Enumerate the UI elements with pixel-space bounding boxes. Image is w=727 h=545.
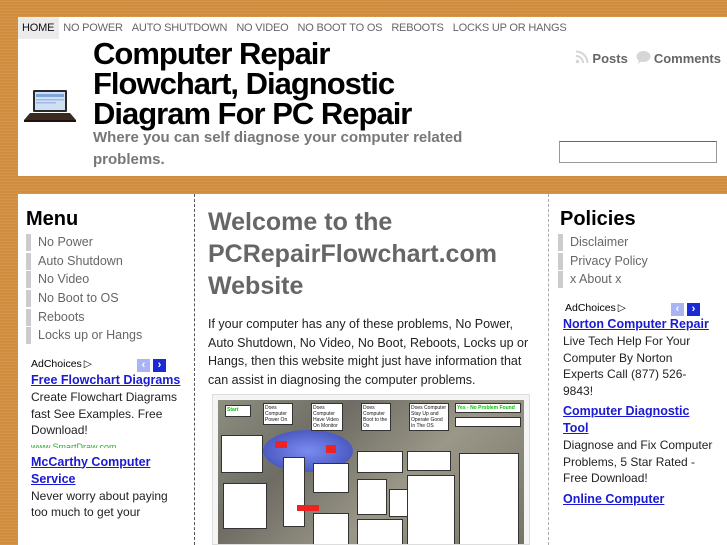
ad-next-icon[interactable]: ›	[687, 303, 700, 316]
left-sidebar: Menu No Power Auto Shutdown No Video No …	[18, 194, 195, 545]
search-input[interactable]	[559, 141, 717, 163]
adchoices-icon: ▷	[617, 302, 626, 314]
policy-about[interactable]: x About x	[558, 271, 648, 289]
ad-desc: Live Tech Help For Your Computer By Nort…	[563, 334, 691, 398]
ad-next-icon[interactable]: ›	[153, 359, 166, 372]
ad-link-mccarthy[interactable]: McCarthy Computer Service	[31, 454, 181, 488]
nav-reboots[interactable]: REBOOTS	[387, 17, 448, 39]
ad-nav: ‹ ›	[137, 359, 166, 372]
welcome-heading: Welcome to the PCRepairFlowchart.com Web…	[208, 208, 497, 300]
flowchart-image[interactable]: Start Does Computer Power On Does Comput…	[212, 394, 530, 545]
menu-item-no-video[interactable]: No Video	[26, 271, 142, 289]
comment-bubble-icon	[636, 50, 651, 67]
ad-link-norton[interactable]: Norton Computer Repair	[563, 316, 715, 333]
flow-box	[357, 519, 403, 544]
flow-q3: Does Computer Boot to the Os	[361, 403, 391, 431]
policies-list: Disclaimer Privacy Policy x About x	[558, 234, 648, 290]
right-sidebar: Policies Disclaimer Privacy Policy x Abo…	[549, 194, 727, 545]
policy-privacy[interactable]: Privacy Policy	[558, 252, 648, 270]
flow-no-label	[297, 505, 319, 511]
ad-link-online-computer[interactable]: Online Computer	[563, 491, 715, 508]
flow-box	[223, 483, 267, 529]
ad-desc: Never worry about paying too much to get…	[31, 488, 168, 520]
flow-box	[283, 457, 305, 527]
menu-item-locks-up[interactable]: Locks up or Hangs	[26, 327, 142, 345]
ad-prev-icon[interactable]: ‹	[671, 303, 684, 316]
adchoices-text: AdChoices	[565, 302, 616, 314]
flow-box	[357, 479, 387, 515]
menu-item-auto-shutdown[interactable]: Auto Shutdown	[26, 252, 142, 270]
comments-feed-link[interactable]: Comments	[636, 50, 721, 67]
menu-item-no-power[interactable]: No Power	[26, 234, 142, 251]
ad-link-free-flowchart[interactable]: Free Flowchart Diagrams	[31, 372, 181, 389]
intro-paragraph: If your computer has any of these proble…	[208, 317, 529, 387]
flow-box	[459, 453, 519, 544]
comments-label: Comments	[653, 51, 721, 66]
ad-url[interactable]: www.SmartDraw.com	[31, 441, 181, 448]
posts-feed-link[interactable]: Posts	[575, 50, 628, 67]
nav-home[interactable]: HOME	[18, 17, 60, 39]
ad-desc: Diagnose and Fix Computer Problems, 5 St…	[563, 438, 713, 485]
ad-prev-icon[interactable]: ‹	[137, 359, 150, 372]
site-title[interactable]: Computer Repair Flowchart, Diagnostic Di…	[93, 38, 453, 129]
flow-q4: Does Computer Stay Up and Operate Good I…	[409, 403, 449, 431]
ad-desc: Create Flowchart Diagrams fast See Examp…	[31, 390, 178, 437]
policy-disclaimer[interactable]: Disclaimer	[558, 234, 648, 251]
ad-link-diagnostic-tool[interactable]: Computer Diagnostic Tool	[563, 403, 715, 437]
menu-item-no-boot[interactable]: No Boot to OS	[26, 290, 142, 308]
menu-title: Menu	[26, 208, 79, 230]
flow-q1: Does Computer Power On	[263, 403, 293, 425]
site-header: HOME NO POWER AUTO SHUTDOWN NO VIDEO NO …	[18, 17, 727, 176]
policies-title: Policies	[560, 208, 636, 230]
flow-start: Start	[225, 405, 251, 417]
posts-label: Posts	[592, 51, 628, 66]
flow-box	[407, 451, 451, 471]
flow-q2: Does Computer Have Video On Monitor	[311, 403, 343, 431]
site-tagline: Where you can self diagnose your compute…	[93, 129, 463, 168]
right-ad-unit: AdChoices ▷ ‹ › Norton Computer Repair L…	[563, 302, 715, 508]
menu-list: No Power Auto Shutdown No Video No Boot …	[26, 234, 142, 346]
flow-box	[221, 435, 263, 473]
content-area: Menu No Power Auto Shutdown No Video No …	[18, 194, 727, 545]
adchoices-text: AdChoices	[31, 358, 82, 370]
flow-box	[407, 475, 455, 544]
main-column: Welcome to the PCRepairFlowchart.com Web…	[195, 194, 549, 545]
adchoices-icon: ▷	[83, 358, 92, 370]
feed-links: Posts Comments	[571, 50, 721, 67]
flow-box	[357, 451, 403, 473]
left-ad-unit: AdChoices ▷ ‹ › Free Flowchart Diagrams …	[31, 358, 181, 523]
menu-item-reboots[interactable]: Reboots	[26, 308, 142, 326]
rss-icon	[575, 50, 589, 67]
flow-no-box	[455, 417, 521, 427]
ad-nav: ‹ ›	[671, 303, 700, 316]
flow-done: Yes - No Problem Found	[455, 403, 521, 413]
flow-no-label	[326, 445, 336, 453]
nav-locks-up[interactable]: LOCKS UP OR HANGS	[449, 17, 572, 39]
laptop-icon[interactable]	[24, 87, 76, 123]
flow-box	[313, 463, 349, 493]
flow-box	[313, 513, 349, 544]
flow-no-label	[275, 441, 287, 448]
